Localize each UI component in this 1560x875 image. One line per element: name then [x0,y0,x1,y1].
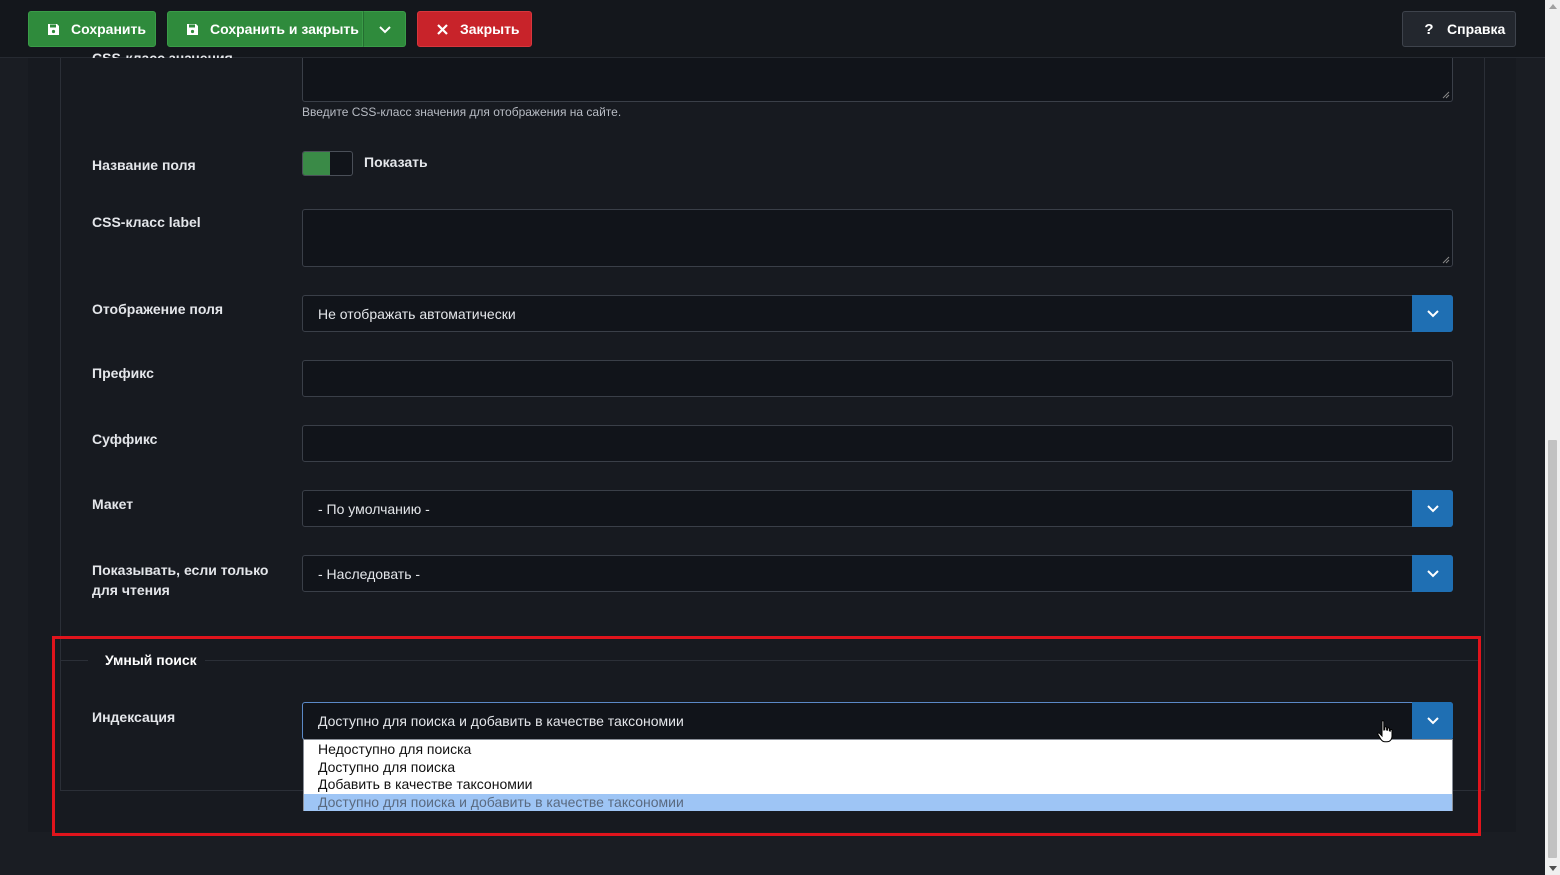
scroll-up-arrow-icon[interactable] [1549,4,1557,9]
field-display-label: Отображение поля [92,301,224,317]
show-readonly-label-line1: Показывать, если только [92,562,269,578]
scroll-down-arrow-icon[interactable] [1549,866,1557,871]
field-display-value: Не отображать автоматически [318,305,516,322]
show-readonly-value: - Наследовать - [318,565,421,582]
save-and-close-button[interactable]: Сохранить и закрыть [167,11,363,47]
show-readonly-label-line2: для чтения [92,582,170,598]
layout-select[interactable]: - По умолчанию - [302,490,1453,527]
chevron-down-icon[interactable] [1412,490,1453,527]
field-name-label: Название поля [92,157,196,173]
layout-value: - По умолчанию - [318,500,430,517]
field-display-select[interactable]: Не отображать автоматически [302,295,1453,332]
css-value-class-textarea[interactable] [302,58,1453,102]
x-icon [434,21,450,37]
prefix-label: Префикс [92,365,154,381]
field-name-toggle[interactable] [302,151,353,176]
close-button[interactable]: Закрыть [417,11,532,47]
prefix-input[interactable] [302,360,1453,397]
save-button-label: Сохранить [71,21,146,37]
chevron-down-icon [378,21,391,37]
css-value-class-hint: Введите CSS-класс значения для отображен… [302,105,622,119]
floppy-disk-icon [184,21,200,37]
hand-cursor-icon [1377,720,1393,743]
layout-label: Макет [92,496,134,512]
save-button[interactable]: Сохранить [28,11,156,47]
suffix-input[interactable] [302,425,1453,462]
close-button-label: Закрыть [460,21,520,37]
help-button-label: Справка [1447,21,1506,37]
save-options-dropdown-button[interactable] [363,11,406,47]
chevron-down-icon[interactable] [1412,295,1453,332]
highlight-frame [52,636,1481,836]
css-label-class-textarea[interactable] [302,209,1453,267]
question-mark-icon: ? [1424,20,1434,38]
floppy-disk-icon [45,21,61,37]
save-and-close-label: Сохранить и закрыть [210,21,359,37]
suffix-label: Суффикс [92,431,158,447]
page-scrollbar[interactable] [1545,0,1560,875]
resize-handle-icon[interactable] [1442,91,1450,99]
field-name-toggle-text: Показать [364,154,428,170]
toggle-knob [303,152,330,175]
css-value-class-label: CSS-класс значения [92,50,233,58]
chevron-down-icon[interactable] [1412,555,1453,592]
css-label-class-label: CSS-класс label [92,214,201,230]
show-readonly-select[interactable]: - Наследовать - [302,555,1453,592]
scrollbar-thumb[interactable] [1548,440,1557,858]
help-button[interactable]: ? Справка [1402,11,1516,47]
resize-handle-icon[interactable] [1442,256,1450,264]
